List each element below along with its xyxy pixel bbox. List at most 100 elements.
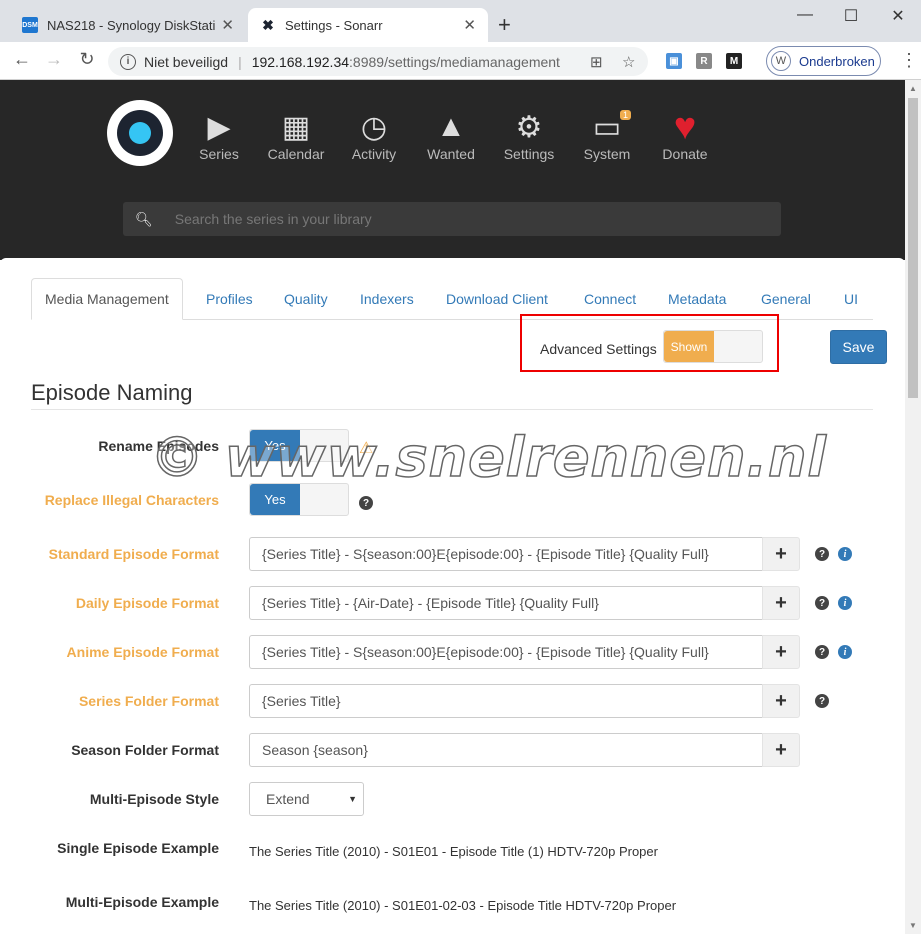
scroll-down-icon[interactable]: ▼ bbox=[909, 921, 917, 930]
new-tab-icon[interactable]: + bbox=[498, 12, 511, 38]
tab-profiles[interactable]: Profiles bbox=[206, 278, 253, 320]
browser-toolbar: ← → ↻ i Niet beveiligd | 192.168.192.34 … bbox=[0, 42, 921, 80]
avatar: W bbox=[771, 51, 791, 71]
maximize-icon[interactable]: ☐ bbox=[836, 6, 866, 26]
menu-icon[interactable]: ⋮ bbox=[900, 50, 918, 71]
add-token-button[interactable]: + bbox=[762, 684, 800, 718]
system-badge: 1 bbox=[619, 110, 631, 120]
help-icon[interactable]: ? bbox=[815, 694, 829, 708]
daily-format-input[interactable] bbox=[249, 586, 763, 620]
back-icon[interactable]: ← bbox=[10, 49, 34, 70]
multi-style-label: Multi-Episode Style bbox=[89, 791, 219, 807]
heart-icon: ♥ bbox=[673, 105, 697, 148]
tab-close-icon[interactable]: ✕ bbox=[463, 16, 476, 34]
standard-format-input[interactable] bbox=[249, 537, 763, 571]
daily-format-label: Daily Episode Format bbox=[75, 595, 219, 611]
watermark: © www.snelrennen.nl bbox=[149, 425, 827, 490]
scrollbar-thumb[interactable] bbox=[908, 98, 918, 398]
info-icon[interactable]: i bbox=[838, 596, 852, 610]
search-icon: 🔍︎ bbox=[135, 210, 153, 227]
calendar-icon: ▦ bbox=[281, 110, 311, 144]
window-close-icon[interactable]: ✕ bbox=[883, 6, 913, 26]
logo-dot bbox=[129, 122, 151, 144]
nav-label: Calendar bbox=[267, 146, 325, 162]
tab-title: Settings - Sonarr bbox=[285, 17, 383, 33]
tab-media-management[interactable]: Media Management bbox=[31, 278, 183, 320]
anime-format-label: Anime Episode Format bbox=[66, 644, 219, 660]
extension-icon-1[interactable]: ▣ bbox=[666, 53, 682, 69]
tab-quality[interactable]: Quality bbox=[284, 278, 328, 320]
help-icon[interactable]: ? bbox=[815, 645, 829, 659]
sonarr-logo[interactable] bbox=[107, 100, 173, 166]
extension-icon-r[interactable]: R bbox=[696, 53, 712, 69]
profile-name: Onderbroken bbox=[799, 53, 875, 69]
nav-series[interactable]: ▶ Series bbox=[181, 108, 257, 163]
translate-icon[interactable]: ⊞ bbox=[590, 53, 603, 71]
nav-label: Donate bbox=[662, 146, 708, 162]
scrollbar[interactable]: ▲ ▼ bbox=[905, 80, 921, 934]
scroll-up-icon[interactable]: ▲ bbox=[909, 84, 917, 93]
sonarr-favicon-icon: ✖ bbox=[262, 16, 274, 33]
browser-tab-sonarr[interactable]: ✖ Settings - Sonarr ✕ bbox=[248, 8, 488, 42]
nav-wanted[interactable]: ▲ Wanted bbox=[413, 108, 489, 162]
laptop-icon: ▭ bbox=[592, 110, 622, 144]
help-icon[interactable]: ? bbox=[359, 496, 373, 510]
gears-icon: ⚙ bbox=[515, 110, 543, 144]
sonarr-header: ▶ Series ▦ Calendar ◷ Activity ▲ Wanted … bbox=[0, 80, 905, 260]
add-token-button[interactable]: + bbox=[762, 537, 800, 571]
extension-icon-m[interactable]: M bbox=[726, 53, 742, 69]
add-token-button[interactable]: + bbox=[762, 586, 800, 620]
series-folder-label: Series Folder Format bbox=[78, 693, 219, 709]
advanced-settings-toggle[interactable]: Shown bbox=[663, 330, 763, 363]
tab-close-icon[interactable]: ✕ bbox=[221, 16, 234, 34]
tab-indexers[interactable]: Indexers bbox=[360, 278, 414, 320]
info-icon[interactable]: i bbox=[838, 645, 852, 659]
nav-calendar[interactable]: ▦ Calendar bbox=[258, 108, 334, 163]
multi-example-value: The Series Title (2010) - S01E01-02-03 -… bbox=[249, 898, 677, 913]
address-separator: | bbox=[238, 53, 242, 70]
section-divider bbox=[31, 409, 873, 410]
nav-system[interactable]: ▭ 1 System bbox=[569, 108, 645, 162]
nav-donate[interactable]: ♥ Donate bbox=[647, 105, 723, 163]
address-path: :8989/settings/mediamanagement bbox=[349, 53, 560, 70]
replace-illegal-label: Replace Illegal Characters bbox=[44, 492, 219, 508]
multi-example-label: Multi-Episode Example bbox=[65, 894, 219, 910]
series-search[interactable]: 🔍︎ bbox=[123, 202, 781, 236]
nav-settings[interactable]: ⚙ Settings bbox=[491, 108, 567, 163]
add-token-button[interactable]: + bbox=[762, 635, 800, 669]
add-token-button[interactable]: + bbox=[762, 733, 800, 767]
series-folder-input[interactable] bbox=[249, 684, 763, 718]
address-bar[interactable]: i Niet beveiligd | 192.168.192.34 :8989/… bbox=[108, 47, 648, 76]
nav-activity[interactable]: ◷ Activity bbox=[336, 108, 412, 163]
address-host: 192.168.192.34 bbox=[251, 53, 350, 70]
tab-title: NAS218 - Synology DiskStation bbox=[47, 17, 216, 33]
season-folder-input[interactable] bbox=[249, 733, 763, 767]
standard-format-label: Standard Episode Format bbox=[48, 546, 219, 562]
select-value: Extend bbox=[266, 791, 310, 807]
advanced-settings-label: Advanced Settings bbox=[540, 341, 657, 357]
bookmark-star-icon[interactable]: ☆ bbox=[622, 53, 635, 71]
reload-icon[interactable]: ↻ bbox=[75, 49, 99, 70]
clock-icon: ◷ bbox=[360, 110, 388, 144]
save-button[interactable]: Save bbox=[830, 330, 887, 364]
multi-style-select[interactable]: Extend ▼ bbox=[249, 782, 364, 816]
settings-content: Media Management Profiles Quality Indexe… bbox=[0, 258, 905, 934]
chevron-down-icon: ▼ bbox=[348, 794, 357, 804]
forward-icon[interactable]: → bbox=[42, 49, 66, 70]
play-icon: ▶ bbox=[207, 110, 231, 144]
warning-icon: ▲ bbox=[436, 110, 466, 143]
help-icon[interactable]: ? bbox=[815, 547, 829, 561]
profile-button[interactable]: W Onderbroken bbox=[766, 46, 881, 76]
search-input[interactable] bbox=[174, 211, 755, 227]
browser-tab-nas[interactable]: DSM NAS218 - Synology DiskStation ✕ bbox=[10, 8, 246, 42]
anime-format-input[interactable] bbox=[249, 635, 763, 669]
nav-label: System bbox=[583, 146, 631, 162]
minimize-icon[interactable]: — bbox=[790, 6, 820, 24]
single-example-value: The Series Title (2010) - S01E01 - Episo… bbox=[249, 844, 658, 859]
nav-label: Series bbox=[199, 146, 239, 162]
tab-ui[interactable]: UI bbox=[844, 278, 858, 320]
help-icon[interactable]: ? bbox=[815, 596, 829, 610]
info-icon[interactable]: i bbox=[120, 53, 136, 70]
info-icon[interactable]: i bbox=[838, 547, 852, 561]
section-title: Episode Naming bbox=[31, 380, 193, 405]
